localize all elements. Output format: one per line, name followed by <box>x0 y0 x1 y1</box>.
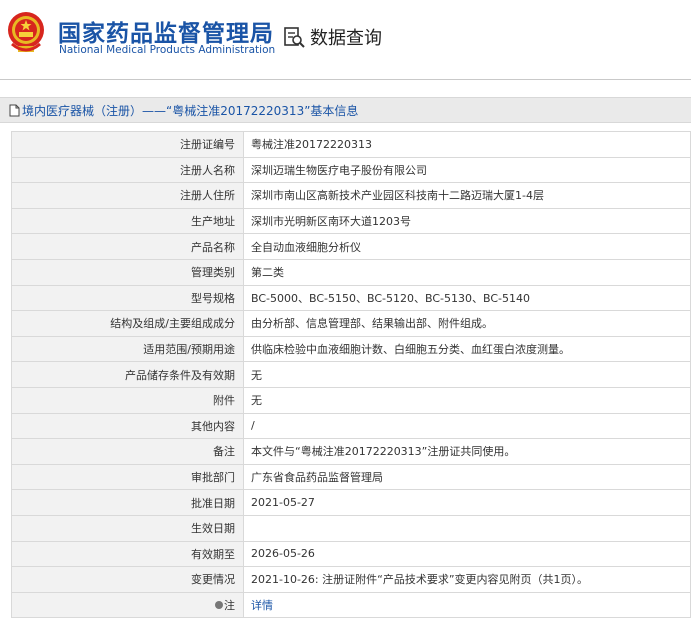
table-row: 注 详情 <box>11 591 691 619</box>
table-row: 生产地址 深圳市光明新区南环大道1203号 <box>11 207 691 235</box>
note-label-cell: 注 <box>11 591 244 619</box>
row-label: 产品储存条件及有效期 <box>11 361 244 388</box>
row-label: 型号规格 <box>11 284 244 312</box>
row-label: 备注 <box>11 438 244 465</box>
table-row: 注册证编号 粤械注准20172220313 <box>11 131 691 158</box>
row-value: 第二类 <box>243 258 691 286</box>
details-link[interactable]: 详情 <box>251 599 273 612</box>
row-value: 深圳市光明新区南环大道1203号 <box>243 207 691 235</box>
table-row: 有效期至 2026-05-26 <box>11 540 691 568</box>
row-label: 注 <box>224 598 235 612</box>
row-value: BC-5000、BC-5150、BC-5120、BC-5130、BC-5140 <box>243 284 691 312</box>
table-row: 其他内容 / <box>11 412 691 440</box>
row-value: 本文件与“粤械注准20172220313”注册证共同使用。 <box>243 438 691 465</box>
header-divider <box>0 79 691 80</box>
row-label: 附件 <box>11 386 244 414</box>
row-value: 详情 <box>243 591 691 619</box>
breadcrumb-text: 境内医疗器械（注册）——“粤械注准20172220313”基本信息 <box>22 103 359 118</box>
row-value: 粤械注准20172220313 <box>243 131 691 158</box>
table-row: 注册人名称 深圳迈瑞生物医疗电子股份有限公司 <box>11 156 691 184</box>
table-row: 产品储存条件及有效期 无 <box>11 361 691 388</box>
info-bullet-icon <box>215 600 223 609</box>
row-value: 由分析部、信息管理部、结果输出部、附件组成。 <box>243 310 691 337</box>
row-value <box>243 514 691 542</box>
row-value: 全自动血液细胞分析仪 <box>243 233 691 260</box>
row-label: 注册人名称 <box>11 156 244 184</box>
row-label: 注册证编号 <box>11 131 244 158</box>
row-value: / <box>243 412 691 440</box>
data-query-label: 数据查询 <box>310 28 382 49</box>
row-value: 2026-05-26 <box>243 540 691 568</box>
document-icon <box>9 104 20 116</box>
table-row: 审批部门 广东省食品药品监督管理局 <box>11 463 691 491</box>
site-header: 国家药品监督管理局 National Medical Products Admi… <box>0 0 691 80</box>
row-value: 深圳市南山区高新技术产业园区科技南十二路迈瑞大厦1-4层 <box>243 182 691 209</box>
row-label: 适用范围/预期用途 <box>11 335 244 363</box>
table-row: 变更情况 2021-10-26: 注册证附件“产品技术要求”变更内容见附页（共1… <box>11 566 691 593</box>
row-value: 2021-10-26: 注册证附件“产品技术要求”变更内容见附页（共1页）。 <box>243 566 691 593</box>
table-row: 注册人住所 深圳市南山区高新技术产业园区科技南十二路迈瑞大厦1-4层 <box>11 182 691 209</box>
site-title-en: National Medical Products Administration <box>59 44 276 56</box>
row-label: 管理类别 <box>11 258 244 286</box>
table-row: 生效日期 <box>11 514 691 542</box>
document-search-icon <box>284 27 305 48</box>
row-label: 批准日期 <box>11 489 244 516</box>
table-row: 备注 本文件与“粤械注准20172220313”注册证共同使用。 <box>11 438 691 465</box>
row-value: 深圳迈瑞生物医疗电子股份有限公司 <box>243 156 691 184</box>
table-row: 结构及组成/主要组成成分 由分析部、信息管理部、结果输出部、附件组成。 <box>11 310 691 337</box>
row-label: 产品名称 <box>11 233 244 260</box>
table-row: 产品名称 全自动血液细胞分析仪 <box>11 233 691 260</box>
table-row: 批准日期 2021-05-27 <box>11 489 691 516</box>
row-label: 生产地址 <box>11 207 244 235</box>
row-label: 生效日期 <box>11 514 244 542</box>
row-value: 无 <box>243 386 691 414</box>
table-row: 型号规格 BC-5000、BC-5150、BC-5120、BC-5130、BC-… <box>11 284 691 312</box>
table-row: 管理类别 第二类 <box>11 258 691 286</box>
row-label: 其他内容 <box>11 412 244 440</box>
row-label: 注册人住所 <box>11 182 244 209</box>
site-title-cn: 国家药品监督管理局 <box>58 21 274 47</box>
table-row: 适用范围/预期用途 供临床检验中血液细胞计数、白细胞五分类、血红蛋白浓度测量。 <box>11 335 691 363</box>
registration-detail-table: 注册证编号 粤械注准20172220313 注册人名称 深圳迈瑞生物医疗电子股份… <box>11 131 691 619</box>
breadcrumb: 境内医疗器械（注册）——“粤械注准20172220313”基本信息 <box>0 97 691 123</box>
row-value: 2021-05-27 <box>243 489 691 516</box>
row-label: 有效期至 <box>11 540 244 568</box>
row-label: 审批部门 <box>11 463 244 491</box>
row-label: 结构及组成/主要组成成分 <box>11 310 244 337</box>
row-label: 变更情况 <box>11 566 244 593</box>
table-row: 附件 无 <box>11 386 691 414</box>
national-emblem-icon <box>8 12 44 52</box>
row-value: 广东省食品药品监督管理局 <box>243 463 691 491</box>
row-value: 供临床检验中血液细胞计数、白细胞五分类、血红蛋白浓度测量。 <box>243 335 691 363</box>
data-query-link[interactable]: 数据查询 <box>283 24 382 50</box>
row-value: 无 <box>243 361 691 388</box>
